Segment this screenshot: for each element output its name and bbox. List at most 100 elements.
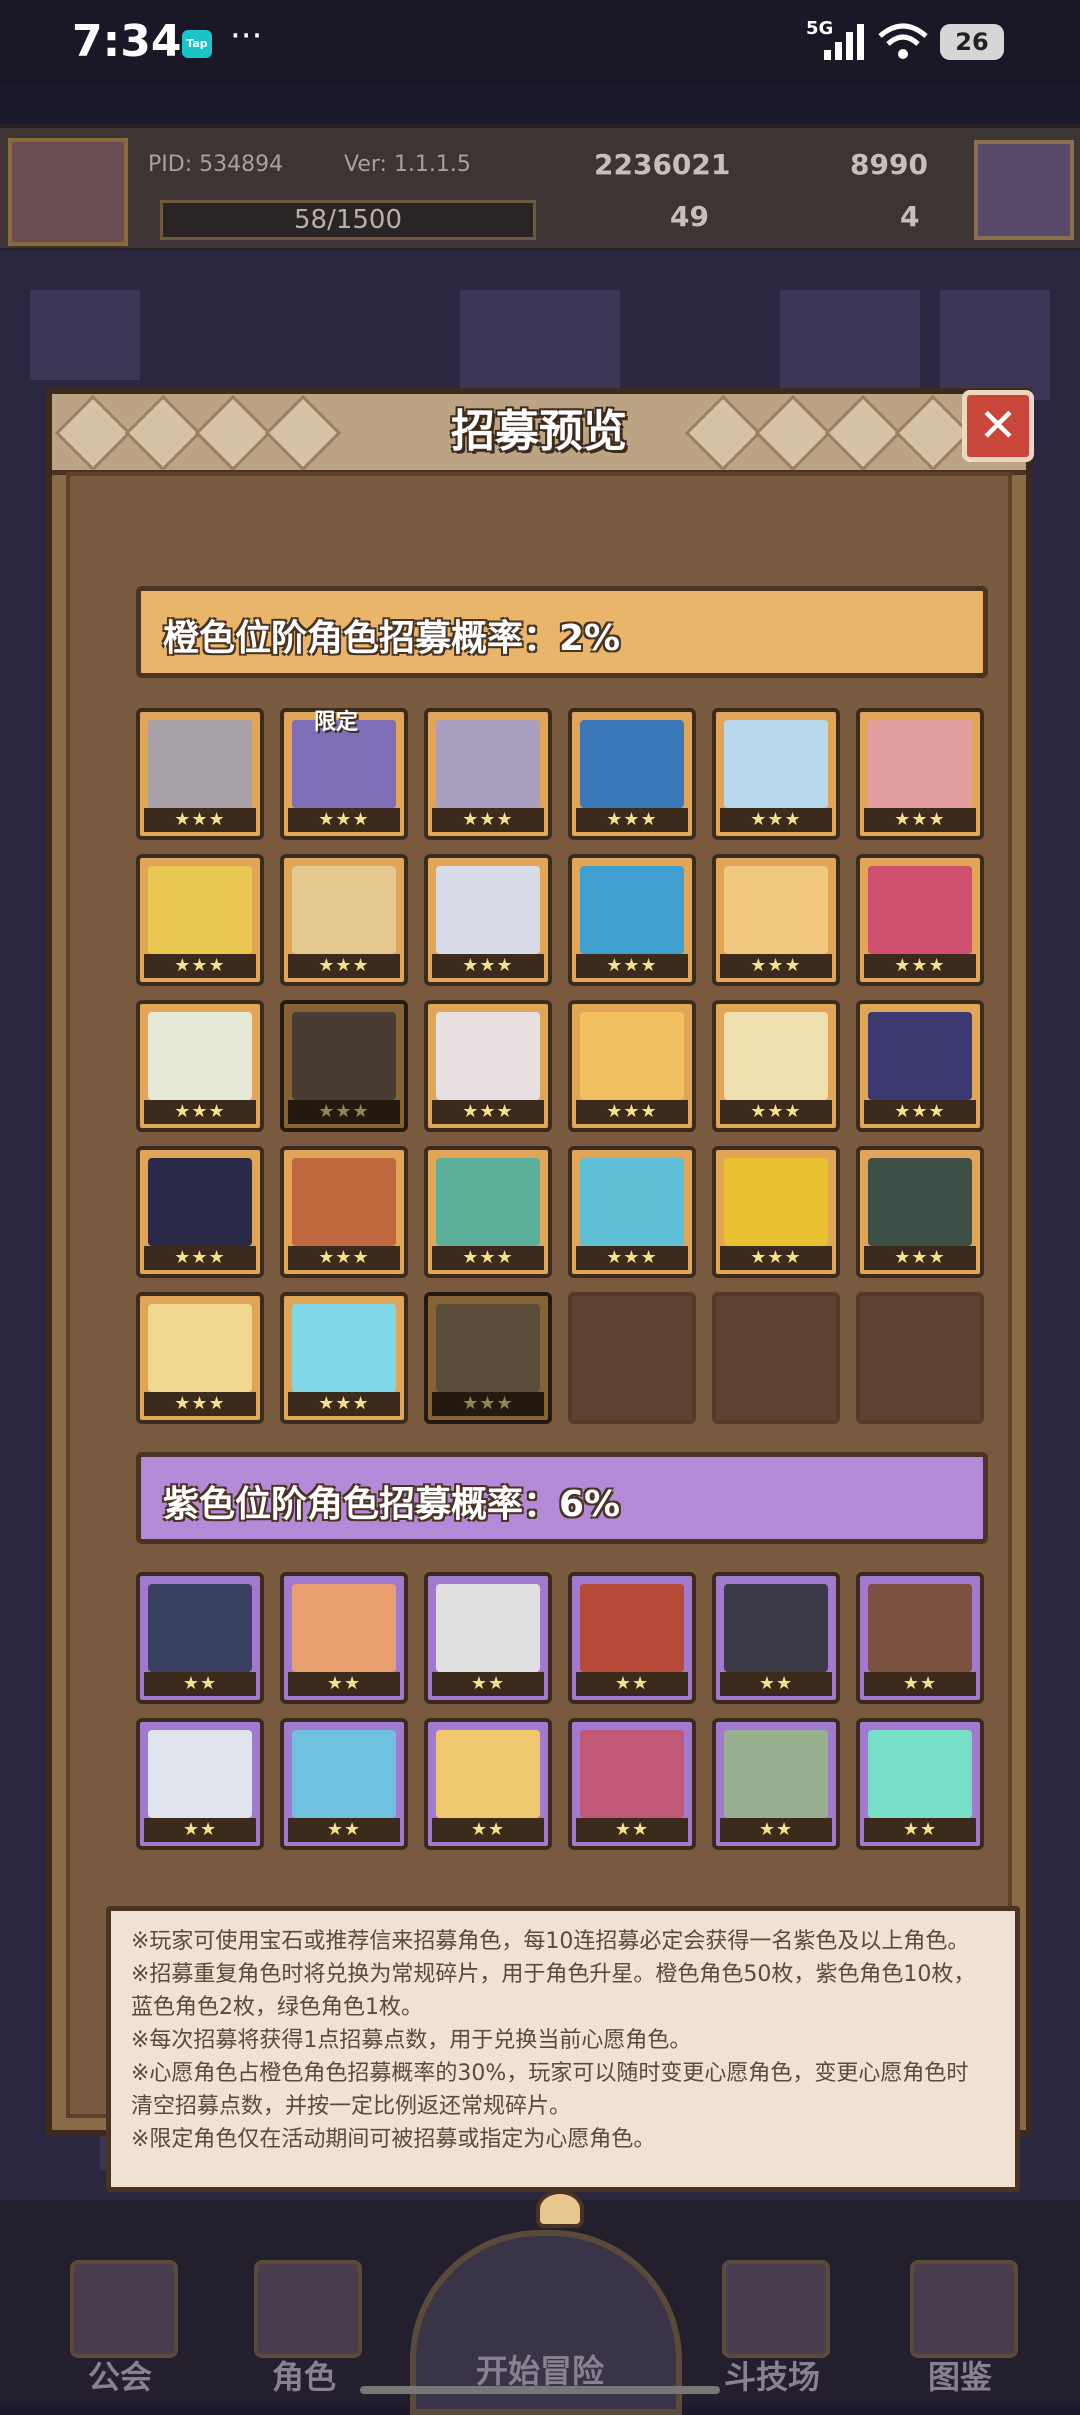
character-card[interactable]: ★★★ bbox=[136, 708, 264, 840]
character-portrait bbox=[292, 1730, 396, 1818]
character-card[interactable]: ★★★ bbox=[280, 1292, 408, 1424]
star-rating: ★★★ bbox=[288, 1100, 400, 1124]
character-card[interactable]: ★★ bbox=[280, 1718, 408, 1850]
character-portrait bbox=[868, 1012, 972, 1100]
nav-characters[interactable]: 角色 bbox=[224, 2260, 384, 2396]
stamina-bar: 58/1500 bbox=[160, 200, 536, 240]
character-card[interactable]: ★★ bbox=[280, 1572, 408, 1704]
character-card[interactable]: ★★★ bbox=[280, 854, 408, 986]
character-portrait bbox=[724, 1584, 828, 1672]
character-portrait bbox=[580, 866, 684, 954]
character-card[interactable]: ★★★ bbox=[280, 1146, 408, 1278]
character-card[interactable]: ★★★ bbox=[856, 1000, 984, 1132]
character-card[interactable]: ★★ bbox=[856, 1718, 984, 1850]
character-card[interactable]: ★★★ bbox=[568, 1146, 696, 1278]
character-card[interactable]: ★★★ bbox=[280, 1000, 408, 1132]
character-card[interactable]: ★★★ bbox=[712, 708, 840, 840]
character-card[interactable]: ★★★ bbox=[136, 1292, 264, 1424]
character-card[interactable]: ★★★ 限定 bbox=[280, 708, 408, 840]
nav-codex-label: 图鉴 bbox=[927, 2358, 992, 2396]
character-portrait bbox=[580, 1730, 684, 1818]
character-portrait bbox=[868, 1158, 972, 1246]
star-rating: ★★★ bbox=[864, 808, 976, 832]
star-rating: ★★★ bbox=[144, 1246, 256, 1270]
close-button[interactable]: ✕ bbox=[962, 390, 1034, 462]
note-line: ※玩家可使用宝石或推荐信来招募角色，每10连招募必定会获得一名紫色及以上角色。 bbox=[131, 1929, 970, 1954]
character-card[interactable]: ★★★ bbox=[424, 1292, 552, 1424]
player-avatar[interactable] bbox=[8, 138, 128, 246]
clock: 7:34 bbox=[72, 16, 182, 67]
character-card[interactable]: ★★★ bbox=[424, 708, 552, 840]
settings-gear-icon[interactable] bbox=[974, 140, 1074, 240]
character-card[interactable]: ★★ bbox=[424, 1718, 552, 1850]
character-card[interactable]: ★★★ bbox=[568, 708, 696, 840]
dialog-body: 橙色位阶角色招募概率：2% ★★★ ★★★ 限定 ★★★ ★★★ ★★★ ★★★ ★★★ ★★★… bbox=[66, 472, 1020, 2228]
star-rating: ★★★ bbox=[144, 1100, 256, 1124]
nav-guild[interactable]: 公会 bbox=[40, 2260, 200, 2396]
gem-count: 8990 bbox=[850, 148, 928, 181]
star-rating: ★★★ bbox=[432, 1100, 544, 1124]
nav-guild-label: 公会 bbox=[87, 2358, 152, 2396]
character-card[interactable]: ★★ bbox=[568, 1572, 696, 1704]
star-rating: ★★★ bbox=[720, 1246, 832, 1270]
star-rating: ★★ bbox=[432, 1818, 544, 1842]
character-icon bbox=[254, 2260, 362, 2358]
star-rating: ★★★ bbox=[432, 808, 544, 832]
character-portrait bbox=[292, 1304, 396, 1392]
crossed-swords-icon bbox=[722, 2260, 830, 2358]
empty-slot bbox=[856, 1292, 984, 1424]
character-card[interactable]: ★★★ bbox=[424, 854, 552, 986]
character-portrait bbox=[724, 1730, 828, 1818]
character-card[interactable]: ★★★ bbox=[568, 854, 696, 986]
empty-slot bbox=[568, 1292, 696, 1424]
character-card[interactable]: ★★★ bbox=[856, 1146, 984, 1278]
character-card[interactable]: ★★★ bbox=[424, 1146, 552, 1278]
note-line: ※招募重复角色时将兑换为常规碎片，用于角色升星。橙色角色50枚，紫色角色10枚， bbox=[131, 1962, 976, 1987]
character-card[interactable]: ★★ bbox=[136, 1718, 264, 1850]
character-card[interactable]: ★★★ bbox=[136, 854, 264, 986]
star-rating: ★★★ bbox=[144, 954, 256, 978]
gold-count: 2236021 bbox=[594, 148, 731, 181]
home-indicator[interactable] bbox=[360, 2386, 720, 2394]
orange-rate-label: 橙色位阶角色招募概率：2% bbox=[163, 618, 621, 659]
star-rating: ★★ bbox=[864, 1818, 976, 1842]
character-card[interactable]: ★★★ bbox=[424, 1000, 552, 1132]
character-card[interactable]: ★★ bbox=[136, 1572, 264, 1704]
star-rating: ★★★ bbox=[576, 954, 688, 978]
character-card[interactable]: ★★★ bbox=[856, 854, 984, 986]
nav-codex[interactable]: 图鉴 bbox=[880, 2260, 1040, 2396]
character-portrait bbox=[580, 1158, 684, 1246]
character-portrait bbox=[868, 1730, 972, 1818]
character-card[interactable]: ★★ bbox=[568, 1718, 696, 1850]
player-id: PID: 534894 bbox=[148, 152, 284, 177]
character-portrait bbox=[724, 1158, 828, 1246]
character-card[interactable]: ★★★ bbox=[136, 1146, 264, 1278]
character-card[interactable]: ★★ bbox=[424, 1572, 552, 1704]
star-rating: ★★★ bbox=[432, 1246, 544, 1270]
character-card[interactable]: ★★★ bbox=[712, 1000, 840, 1132]
star-rating: ★★ bbox=[288, 1818, 400, 1842]
character-card[interactable]: ★★ bbox=[712, 1718, 840, 1850]
wifi-icon bbox=[878, 23, 928, 59]
character-portrait bbox=[724, 866, 828, 954]
character-portrait bbox=[292, 1584, 396, 1672]
star-rating: ★★★ bbox=[144, 1392, 256, 1416]
star-rating: ★★★ bbox=[864, 1100, 976, 1124]
character-card[interactable]: ★★★ bbox=[136, 1000, 264, 1132]
character-portrait bbox=[580, 1584, 684, 1672]
character-card[interactable]: ★★ bbox=[856, 1572, 984, 1704]
ticket-count: 4 bbox=[900, 200, 920, 233]
star-rating: ★★★ bbox=[288, 808, 400, 832]
star-rating: ★★ bbox=[144, 1672, 256, 1696]
character-card[interactable]: ★★★ bbox=[856, 708, 984, 840]
character-card[interactable]: ★★★ bbox=[712, 1146, 840, 1278]
character-card[interactable]: ★★ bbox=[712, 1572, 840, 1704]
note-line: 清空招募点数，并按一定比例返还常规碎片。 bbox=[131, 2094, 572, 2119]
star-rating: ★★★ bbox=[576, 808, 688, 832]
character-portrait bbox=[148, 1012, 252, 1100]
character-portrait bbox=[436, 1730, 540, 1818]
character-card[interactable]: ★★★ bbox=[568, 1000, 696, 1132]
character-portrait bbox=[436, 866, 540, 954]
character-card[interactable]: ★★★ bbox=[712, 854, 840, 986]
nav-arena[interactable]: 斗技场 bbox=[692, 2260, 852, 2396]
